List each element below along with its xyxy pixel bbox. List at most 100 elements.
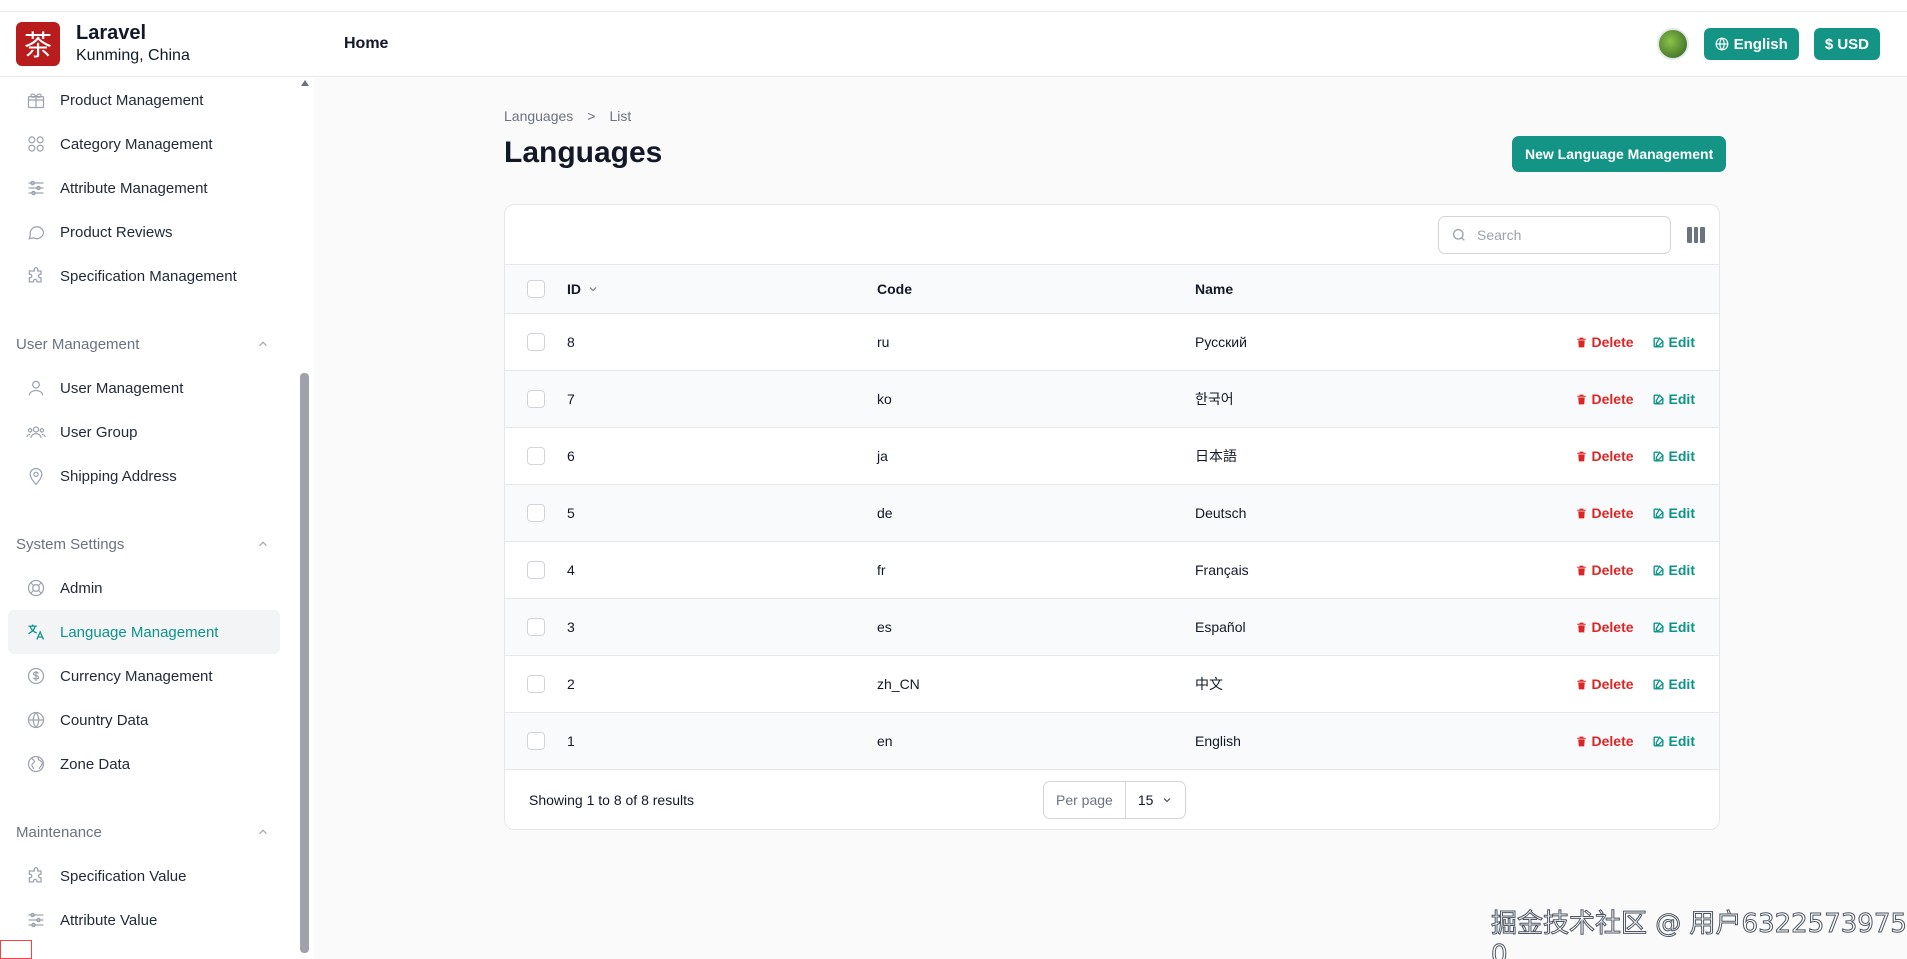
edit-icon — [1653, 621, 1664, 633]
edit-button[interactable]: Edit — [1652, 334, 1695, 350]
edit-button[interactable]: Edit — [1652, 448, 1695, 464]
edit-label: Edit — [1668, 391, 1695, 407]
delete-button[interactable]: Delete — [1575, 562, 1634, 578]
map-pin-icon — [29, 467, 43, 486]
column-header-code: Code — [877, 281, 912, 297]
dollar-circle-icon — [27, 667, 45, 685]
delete-button[interactable]: Delete — [1575, 334, 1634, 350]
edit-button[interactable]: Edit — [1652, 676, 1695, 692]
table-row: 6 ja 日本語 Delete Edit — [505, 428, 1719, 485]
delete-button[interactable]: Delete — [1575, 733, 1634, 749]
sidebar-item-label: Shipping Address — [60, 467, 177, 485]
row-checkbox[interactable] — [527, 333, 545, 351]
edit-icon — [1653, 678, 1664, 690]
search-icon — [1453, 228, 1465, 241]
sliders-icon — [28, 180, 44, 196]
edit-icon — [1653, 450, 1664, 462]
chevron-down-icon — [1164, 798, 1171, 803]
per-page-select[interactable]: Per page 15 — [1043, 781, 1187, 819]
group-toggle-system-settings[interactable]: System Settings — [0, 522, 280, 566]
search-input[interactable]: Search — [1438, 215, 1671, 254]
sidebar-item-specification-value[interactable]: Specification Value — [8, 854, 280, 898]
group-label: Maintenance — [16, 823, 102, 841]
sidebar-item-user-management[interactable]: User Management — [8, 366, 280, 410]
trash-icon — [1576, 394, 1586, 404]
row-checkbox[interactable] — [527, 618, 545, 636]
table-row: 7 ko 한국어 Delete Edit — [505, 371, 1719, 428]
cell-name: Français — [1195, 562, 1249, 578]
sidebar-item-label: Product Reviews — [60, 223, 173, 241]
sidebar-item-user-group[interactable]: User Group — [8, 410, 280, 454]
sidebar-item-product-reviews[interactable]: Product Reviews — [8, 210, 280, 254]
row-checkbox[interactable] — [527, 732, 545, 750]
sidebar-item-label: User Group — [60, 423, 138, 441]
sidebar-item-language-management[interactable]: Language Management — [8, 610, 280, 654]
new-language-button[interactable]: New Language Management — [1512, 136, 1727, 172]
brand[interactable]: 茶 Laravel Kunming, China — [0, 21, 314, 67]
row-checkbox[interactable] — [527, 390, 545, 408]
globe-alt-icon — [27, 755, 45, 773]
scroll-up-arrow-icon[interactable] — [301, 80, 309, 86]
edit-button[interactable]: Edit — [1652, 733, 1695, 749]
table-body: 8 ru Русский Delete Edit 7 ko 한국어 Delete Edit 6 ja 日… — [505, 314, 1719, 770]
sidebar-item-shipping-address[interactable]: Shipping Address — [8, 454, 280, 498]
sidebar-item-label: Zone Data — [60, 755, 131, 773]
language-switch-button[interactable]: English — [1703, 28, 1799, 60]
delete-label: Delete — [1591, 391, 1634, 407]
edit-button[interactable]: Edit — [1652, 619, 1695, 635]
row-checkbox[interactable] — [527, 504, 545, 522]
nav-home-link[interactable]: Home — [344, 35, 388, 53]
results-summary: Showing 1 to 8 of 8 results — [529, 792, 694, 808]
cell-id: 4 — [567, 562, 575, 578]
edit-button[interactable]: Edit — [1652, 562, 1695, 578]
select-all-checkbox[interactable] — [527, 280, 545, 298]
sidebar-item-attribute-management[interactable]: Attribute Management — [8, 166, 280, 210]
chevron-up-icon — [259, 341, 267, 347]
cell-name: Español — [1195, 619, 1246, 635]
delete-button[interactable]: Delete — [1575, 676, 1634, 692]
puzzle-icon — [28, 267, 42, 283]
currency-switch-button[interactable]: $ USD — [1813, 28, 1880, 60]
language-switch-label: English — [1733, 35, 1788, 53]
cell-code: fr — [877, 562, 886, 578]
scroll-thumb[interactable] — [300, 373, 309, 953]
trash-icon — [1576, 679, 1586, 689]
row-checkbox[interactable] — [527, 561, 545, 579]
sidebar-item-label: Product Management — [60, 91, 204, 109]
sidebar-item-specification-management[interactable]: Specification Management — [8, 254, 280, 298]
column-header-id[interactable]: ID — [567, 281, 877, 297]
delete-button[interactable]: Delete — [1575, 619, 1634, 635]
edit-button[interactable]: Edit — [1652, 505, 1695, 521]
delete-button[interactable]: Delete — [1575, 391, 1634, 407]
sidebar-item-currency-management[interactable]: Currency Management — [8, 654, 280, 698]
delete-button[interactable]: Delete — [1575, 448, 1634, 464]
row-checkbox[interactable] — [527, 675, 545, 693]
user-avatar[interactable] — [1656, 28, 1689, 60]
cell-code: ko — [877, 391, 892, 407]
sidebar-item-label: Attribute Management — [60, 179, 208, 197]
sidebar-item-category-management[interactable]: Category Management — [8, 122, 280, 166]
sidebar-item-zone-data[interactable]: Zone Data — [8, 742, 280, 786]
table-footer: Showing 1 to 8 of 8 results Per page 15 — [505, 770, 1719, 829]
table-row: 2 zh_CN 中文 Delete Edit — [505, 656, 1719, 713]
group-toggle-maintenance[interactable]: Maintenance — [0, 810, 280, 854]
delete-button[interactable]: Delete — [1575, 505, 1634, 521]
sidebar-scrollbar[interactable] — [299, 78, 311, 959]
page-title: Languages — [504, 136, 663, 169]
sidebar-item-admin[interactable]: Admin — [8, 566, 280, 610]
columns-toggle-icon[interactable] — [1687, 226, 1706, 243]
table-row: 5 de Deutsch Delete Edit — [505, 485, 1719, 542]
breadcrumb-parent-link[interactable]: Languages — [504, 108, 573, 124]
column-header-label: ID — [567, 281, 581, 297]
puzzle-icon — [28, 867, 42, 883]
sidebar-item-product-management[interactable]: Product Management — [8, 78, 280, 122]
row-checkbox[interactable] — [527, 447, 545, 465]
sidebar-item-country-data[interactable]: Country Data — [8, 698, 280, 742]
edit-label: Edit — [1668, 448, 1695, 464]
sliders-icon — [28, 912, 44, 928]
globe-icon — [1715, 37, 1729, 51]
trash-icon — [1576, 451, 1586, 461]
edit-button[interactable]: Edit — [1652, 391, 1695, 407]
group-toggle-user-management[interactable]: User Management — [0, 322, 280, 366]
sidebar-item-attribute-value[interactable]: Attribute Value — [8, 898, 280, 942]
